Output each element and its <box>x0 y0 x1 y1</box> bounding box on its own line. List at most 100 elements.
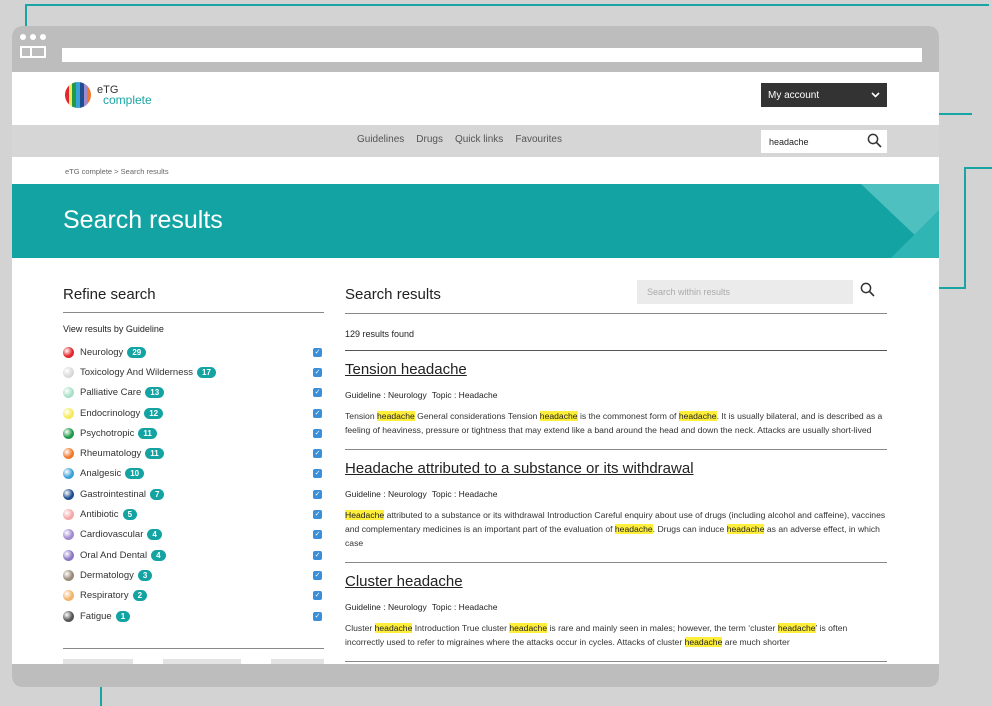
guideline-name: Neurology <box>80 346 124 358</box>
guideline-count-badge: 10 <box>125 468 145 480</box>
results-title: Search results <box>345 286 441 303</box>
snippet-text: is the commonest form of <box>577 411 679 421</box>
snippet-text: . Drugs can induce <box>652 524 727 534</box>
guideline-filter-item[interactable]: Neurology 29 ✓ <box>63 342 324 362</box>
result-list: Tension headache Guideline : Neurology Top… <box>345 351 887 662</box>
guideline-filter-item[interactable]: Rheumatology 11 ✓ <box>63 443 324 463</box>
guideline-checkbox[interactable]: ✓ <box>313 449 322 459</box>
guideline-color-icon <box>63 346 74 358</box>
guideline-count-badge: 11 <box>138 427 157 439</box>
guideline-filter-item[interactable]: Cardiovascular 4 ✓ <box>63 525 324 545</box>
guideline-color-icon <box>63 590 74 602</box>
guideline-checkbox[interactable]: ✓ <box>313 570 322 580</box>
nav-quick-links[interactable]: Quick links <box>455 134 503 145</box>
result-snippet: Headache attributed to a substance or it… <box>345 508 887 550</box>
refine-title: Refine search <box>63 286 324 313</box>
guideline-checkbox[interactable]: ✓ <box>313 611 322 621</box>
nav-guidelines[interactable]: Guidelines <box>357 134 404 145</box>
guideline-checkbox[interactable]: ✓ <box>313 591 322 601</box>
highlighted-term: Headache <box>345 510 385 520</box>
guideline-name: Endocrinology <box>80 407 141 419</box>
guideline-checkbox[interactable]: ✓ <box>313 347 322 357</box>
browser-chrome <box>12 26 939 72</box>
main-content: Refine search View results by Guideline … <box>12 258 939 687</box>
guideline-checkbox[interactable]: ✓ <box>313 489 322 499</box>
guideline-name: Fatigue <box>80 610 112 622</box>
guideline-color-icon <box>63 610 74 622</box>
guideline-color-icon <box>63 549 74 561</box>
refine-subtitle: View results by Guideline <box>63 324 164 334</box>
guideline-filter-item[interactable]: Palliative Care 13 ✓ <box>63 383 324 403</box>
guideline-filter-item[interactable]: Dermatology 3 ✓ <box>63 565 324 585</box>
guideline-checkbox[interactable]: ✓ <box>313 408 322 418</box>
chevron-down-icon <box>871 92 880 98</box>
highlighted-term: headache <box>509 623 548 633</box>
address-bar[interactable] <box>62 48 922 62</box>
guideline-color-icon <box>63 509 74 521</box>
guideline-name: Toxicology And Wilderness <box>80 366 193 378</box>
result-title-link[interactable]: Cluster headache <box>345 573 887 590</box>
guideline-checkbox[interactable]: ✓ <box>313 510 322 520</box>
result-meta: Guideline : Neurology Topic : Headache <box>345 602 887 612</box>
my-account-dropdown[interactable]: My account <box>761 83 887 107</box>
guideline-color-icon <box>63 488 74 500</box>
site-search-input[interactable]: headache <box>761 130 887 153</box>
guideline-filter-item[interactable]: Endocrinology 12 ✓ <box>63 403 324 423</box>
result-topic: Topic : Headache <box>431 489 498 499</box>
nav-drugs[interactable]: Drugs <box>416 134 443 145</box>
highlighted-term: headache <box>777 623 816 633</box>
guideline-checkbox[interactable]: ✓ <box>313 530 322 540</box>
guideline-color-icon <box>63 407 74 419</box>
breadcrumb[interactable]: eTG complete > Search results <box>12 157 939 184</box>
guideline-filter-item[interactable]: Oral And Dental 4 ✓ <box>63 545 324 565</box>
guideline-filter-item[interactable]: Antibiotic 5 ✓ <box>63 504 324 524</box>
guideline-filter-item[interactable]: Toxicology And Wilderness 17 ✓ <box>63 362 324 382</box>
result-guideline: Guideline : Neurology <box>345 390 427 400</box>
search-within-input[interactable]: Search within results <box>637 280 853 304</box>
guideline-checkbox[interactable]: ✓ <box>313 388 322 398</box>
guideline-count-badge: 12 <box>144 407 164 419</box>
result-guideline: Guideline : Neurology <box>345 489 427 499</box>
window-controls[interactable] <box>20 34 46 40</box>
result-guideline: Guideline : Neurology <box>345 602 427 612</box>
sidebar-toggle-icon[interactable] <box>20 46 46 58</box>
results-panel: Search results Search within results 129… <box>345 258 887 662</box>
result-title-link[interactable]: Tension headache <box>345 361 887 378</box>
guideline-name: Respiratory <box>80 590 129 602</box>
guideline-name: Rheumatology <box>80 448 142 460</box>
page-banner: Search results <box>12 184 939 258</box>
site-search-value: headache <box>769 137 809 147</box>
result-title-link[interactable]: Headache attributed to a substance or it… <box>345 460 887 477</box>
highlighted-term: headache <box>684 637 723 647</box>
guideline-color-icon <box>63 529 74 541</box>
guideline-checkbox[interactable]: ✓ <box>313 428 322 438</box>
guideline-filter-item[interactable]: Analgesic 10 ✓ <box>63 464 324 484</box>
guideline-checkbox[interactable]: ✓ <box>313 550 322 560</box>
guideline-name: Psychotropic <box>80 427 135 439</box>
snippet-text: Cluster <box>345 623 375 633</box>
guideline-filter-item[interactable]: Fatigue 1 ✓ <box>63 606 324 626</box>
highlighted-term: headache <box>614 524 653 534</box>
guideline-name: Oral And Dental <box>80 549 148 561</box>
guideline-filter-item[interactable]: Psychotropic 11 ✓ <box>63 423 324 443</box>
guideline-filter-item[interactable]: Respiratory 2 ✓ <box>63 586 324 606</box>
guideline-name: Antibiotic <box>80 509 119 521</box>
main-nav: Guidelines Drugs Quick links Favourites … <box>12 125 939 157</box>
search-within-icon[interactable] <box>860 282 875 297</box>
guideline-count-badge: 29 <box>127 346 147 358</box>
result-item: Tension headache Guideline : Neurology Top… <box>345 351 887 450</box>
guideline-checkbox[interactable]: ✓ <box>313 367 322 377</box>
highlighted-term: headache <box>374 623 413 633</box>
search-icon[interactable] <box>867 133 882 148</box>
guideline-count-badge: 1 <box>115 610 131 622</box>
guideline-checkbox[interactable]: ✓ <box>313 469 322 479</box>
page-title: Search results <box>63 206 223 234</box>
guideline-color-icon <box>63 387 74 399</box>
guideline-color-icon <box>63 569 74 581</box>
etg-logo[interactable]: eTG complete <box>65 82 152 108</box>
guideline-filter-item[interactable]: Gastrointestinal 7 ✓ <box>63 484 324 504</box>
result-item: Cluster headache Guideline : Neurology Top… <box>345 563 887 662</box>
guideline-count-badge: 2 <box>132 590 148 602</box>
nav-favourites[interactable]: Favourites <box>515 134 562 145</box>
result-item: Headache attributed to a substance or it… <box>345 450 887 563</box>
